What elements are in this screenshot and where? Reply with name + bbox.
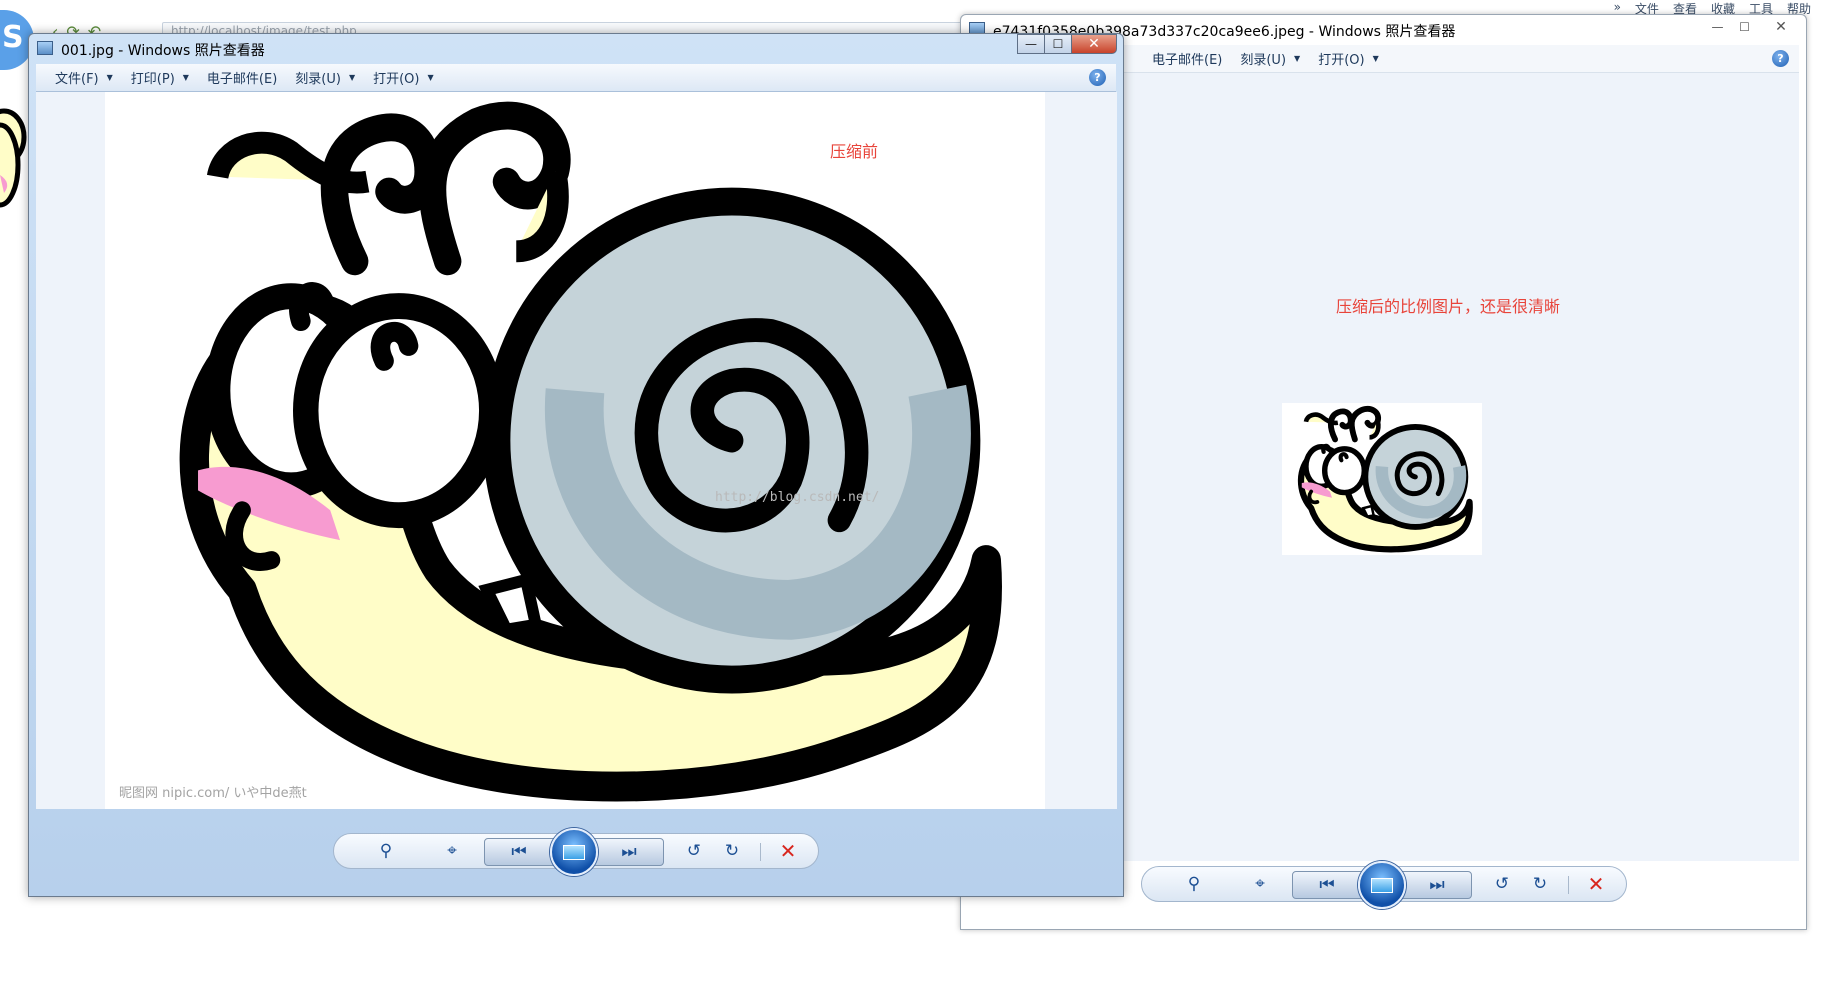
slideshow-icon: [563, 844, 585, 860]
toolbar-separator: [760, 843, 761, 861]
titlebar[interactable]: 001.jpg - Windows 照片查看器 — ☐ ✕: [29, 34, 1123, 64]
menu-print[interactable]: 打印(P) ▼: [122, 68, 198, 87]
menu-email[interactable]: 电子邮件(E): [1143, 49, 1231, 68]
menu-burn[interactable]: 刻录(U) ▼: [1231, 49, 1309, 68]
zoom-icon[interactable]: ⚲: [372, 839, 400, 863]
viewer-toolbar: ⚲ ⌖ ⏮ ⏭ ↺ ↻ ✕: [333, 828, 819, 876]
toolbar-separator: [1568, 876, 1569, 894]
dropdown-arrow-icon: ▼: [1294, 54, 1301, 63]
menu-burn[interactable]: 刻录(U) ▼: [286, 68, 364, 87]
help-icon[interactable]: ?: [1089, 69, 1106, 86]
rotate-counterclockwise-icon[interactable]: ↺: [680, 839, 708, 863]
image-viewport: 压缩前 http://blog.csdn.net/ 昵图网 nipic.com/…: [36, 92, 1117, 809]
delete-icon[interactable]: ✕: [774, 839, 802, 863]
image-caption: 压缩前: [830, 142, 879, 161]
photo-viewer-window-original[interactable]: 001.jpg - Windows 照片查看器 — ☐ ✕ 文件(F) ▼ 打印(…: [28, 33, 1124, 897]
slideshow-icon: [1371, 877, 1393, 893]
blog-watermark: http://blog.csdn.net/: [715, 490, 880, 505]
zoom-icon[interactable]: ⚲: [1180, 872, 1208, 896]
compressed-image: [1282, 403, 1482, 555]
slideshow-button[interactable]: [1358, 861, 1406, 909]
dropdown-arrow-icon: ▼: [106, 73, 113, 82]
window-title: 001.jpg - Windows 照片查看器: [61, 43, 265, 59]
menu-email[interactable]: 电子邮件(E): [198, 68, 286, 87]
original-image: 压缩前 http://blog.csdn.net/ 昵图网 nipic.com/…: [105, 92, 1045, 809]
maximize-button[interactable]: ☐: [1044, 34, 1071, 54]
rotate-clockwise-icon[interactable]: ↻: [1526, 872, 1554, 896]
fit-to-window-icon[interactable]: ⌖: [438, 839, 466, 863]
maximize-button[interactable]: ☐: [1731, 17, 1758, 37]
delete-icon[interactable]: ✕: [1582, 872, 1610, 896]
viewer-toolbar: ⚲ ⌖ ⏮ ⏭ ↺ ↻ ✕: [1141, 861, 1627, 909]
menu-file[interactable]: 文件(F) ▼: [46, 68, 122, 87]
close-button[interactable]: ✕: [1758, 17, 1804, 37]
minimize-button[interactable]: —: [1704, 17, 1731, 37]
background-snail-thumbnail: [0, 108, 27, 208]
previous-icon[interactable]: ⏮: [505, 840, 533, 864]
rotate-counterclockwise-icon[interactable]: ↺: [1488, 872, 1516, 896]
dropdown-arrow-icon: ▼: [182, 73, 189, 82]
photo-viewer-icon: [37, 41, 53, 55]
dropdown-arrow-icon: ▼: [427, 73, 434, 82]
close-button[interactable]: ✕: [1071, 34, 1117, 54]
minimize-button[interactable]: —: [1017, 34, 1044, 54]
dropdown-arrow-icon: ▼: [348, 73, 356, 82]
menu-open[interactable]: 打开(O) ▼: [364, 68, 443, 87]
menu-bar: 文件(F) ▼ 打印(P) ▼ 电子邮件(E) 刻录(U) ▼ 打开(O) ▼ ?: [36, 64, 1116, 92]
dropdown-arrow-icon: ▼: [1372, 54, 1379, 63]
snail-image-large: [105, 92, 1045, 809]
snail-image-small: [1282, 403, 1482, 555]
image-caption: 压缩后的比例图片，还是很清晰: [1336, 297, 1561, 316]
next-icon[interactable]: ⏭: [615, 840, 643, 864]
help-icon[interactable]: ?: [1772, 50, 1789, 67]
previous-icon[interactable]: ⏮: [1313, 873, 1341, 897]
next-icon[interactable]: ⏭: [1423, 873, 1451, 897]
rotate-clockwise-icon[interactable]: ↻: [718, 839, 746, 863]
slideshow-button[interactable]: [550, 828, 598, 876]
menu-open[interactable]: 打开(O) ▼: [1309, 49, 1388, 68]
nipic-watermark: 昵图网 nipic.com/ いや中de燕t: [119, 786, 307, 801]
actual-size-icon[interactable]: ⌖: [1246, 872, 1274, 896]
